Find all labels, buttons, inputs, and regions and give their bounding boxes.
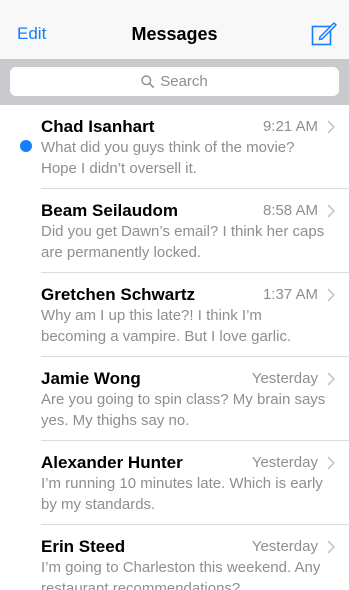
message-preview: I’m going to Charleston this weekend. An… (41, 559, 321, 590)
navigation-bar: Edit Messages (0, 0, 349, 59)
sender-name: Erin Steed (41, 537, 126, 556)
chevron-right-icon (327, 204, 336, 218)
message-preview: Did you get Dawn’s email? I think her ca… (41, 223, 325, 261)
conversation-row[interactable]: Erin Steed Yesterday I’m going to Charle… (0, 525, 349, 590)
conversation-row[interactable]: Alexander Hunter Yesterday I’m running 1… (0, 441, 349, 525)
message-time: Yesterday (251, 538, 318, 555)
conversation-list: Chad Isanhart 9:21 AM What did you guys … (0, 105, 349, 590)
chevron-right-icon (327, 288, 336, 302)
sender-name: Chad Isanhart (41, 117, 155, 136)
message-time: 1:37 AM (262, 286, 318, 303)
conversation-row[interactable]: Chad Isanhart 9:21 AM What did you guys … (0, 105, 349, 189)
search-icon (141, 75, 155, 88)
page-title: Messages (131, 24, 218, 44)
search-bar: Search (0, 59, 349, 105)
sender-name: Alexander Hunter (41, 453, 183, 472)
message-preview: Why am I up this late?! I think I’m beco… (41, 307, 292, 345)
sender-name: Jamie Wong (41, 369, 141, 388)
conversation-row[interactable]: Jamie Wong Yesterday Are you going to sp… (0, 357, 349, 441)
sender-name: Gretchen Schwartz (41, 285, 195, 304)
search-placeholder: Search (160, 73, 208, 90)
chevron-right-icon (327, 456, 336, 470)
conversation-row[interactable]: Gretchen Schwartz 1:37 AM Why am I up th… (0, 273, 349, 357)
chevron-right-icon (327, 540, 336, 554)
message-preview: I’m running 10 minutes late. Which is ea… (41, 475, 323, 513)
message-time: 8:58 AM (262, 202, 318, 219)
message-time: Yesterday (251, 370, 318, 387)
chevron-right-icon (327, 372, 336, 386)
message-time: 9:21 AM (262, 118, 318, 135)
message-preview: What did you guys think of the movie? Ho… (41, 139, 295, 177)
sender-name: Beam Seilaudom (41, 201, 178, 220)
conversation-row[interactable]: Beam Seilaudom 8:58 AM Did you get Dawn’… (0, 189, 349, 273)
compose-icon[interactable] (311, 20, 337, 46)
chevron-right-icon (327, 120, 336, 134)
message-time: Yesterday (251, 454, 318, 471)
message-preview: Are you going to spin class? My brain sa… (41, 391, 326, 429)
search-input[interactable]: Search (10, 67, 339, 96)
unread-indicator (20, 140, 32, 152)
